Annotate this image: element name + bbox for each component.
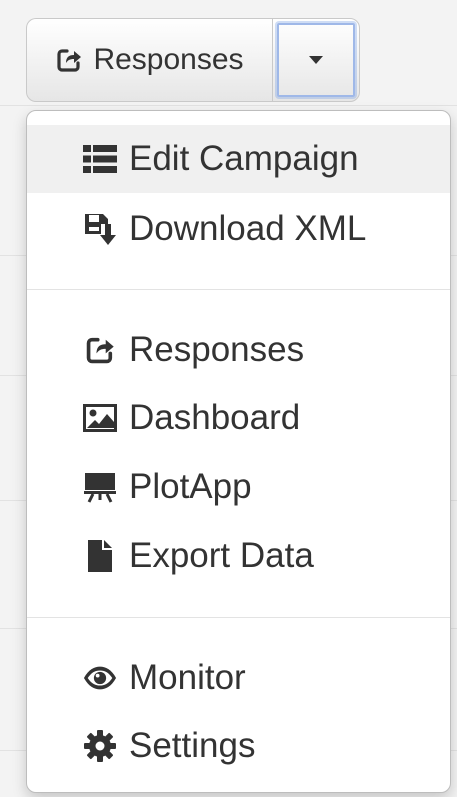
menu-item-settings[interactable]: Settings xyxy=(27,712,450,780)
save-download-icon xyxy=(83,212,117,246)
list-icon xyxy=(83,142,117,176)
menu-item-label: PlotApp xyxy=(129,467,252,506)
menu-item-label: Download XML xyxy=(129,209,367,248)
responses-button[interactable]: Responses xyxy=(26,18,272,102)
table-grid-line xyxy=(0,105,457,106)
share-square-icon xyxy=(83,333,117,367)
menu-item-label: Export Data xyxy=(129,536,314,575)
page: Responses Edit Campaign Download XML Res… xyxy=(0,0,457,797)
presentation-icon xyxy=(83,470,117,504)
gear-icon xyxy=(83,729,117,763)
responses-button-label: Responses xyxy=(93,43,244,76)
responses-split-button: Responses xyxy=(26,18,360,104)
menu-item-label: Settings xyxy=(129,726,256,765)
picture-icon xyxy=(83,401,117,435)
menu-item-dashboard[interactable]: Dashboard xyxy=(27,384,450,452)
menu-item-download-xml[interactable]: Download XML xyxy=(27,195,450,263)
menu-item-label: Edit Campaign xyxy=(129,139,359,178)
actions-dropdown-menu: Edit Campaign Download XML Responses Das… xyxy=(26,110,451,793)
menu-item-label: Dashboard xyxy=(129,398,301,437)
menu-divider xyxy=(27,617,450,618)
menu-item-label: Monitor xyxy=(129,658,246,697)
menu-item-responses[interactable]: Responses xyxy=(27,316,450,384)
menu-item-label: Responses xyxy=(129,330,305,369)
eye-icon xyxy=(83,661,117,695)
menu-item-monitor[interactable]: Monitor xyxy=(27,644,450,712)
file-icon xyxy=(83,539,117,573)
dropdown-toggle-button[interactable] xyxy=(272,18,360,102)
menu-item-export-data[interactable]: Export Data xyxy=(27,522,450,590)
menu-divider xyxy=(27,289,450,290)
menu-item-plotapp[interactable]: PlotApp xyxy=(27,453,450,521)
menu-item-edit-campaign[interactable]: Edit Campaign xyxy=(27,125,450,193)
caret-down-icon xyxy=(309,56,323,64)
share-square-icon xyxy=(55,46,83,74)
